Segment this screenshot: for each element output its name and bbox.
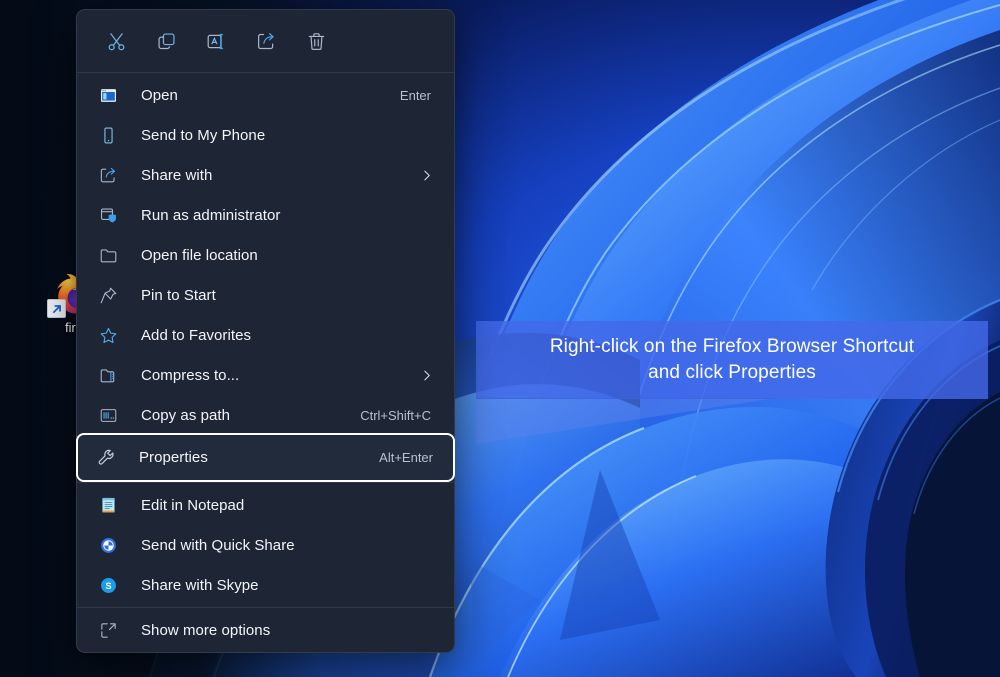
copy-path-icon xyxy=(99,404,129,426)
chevron-right-glyph xyxy=(423,170,430,180)
menu-item-label: Copy as path xyxy=(141,406,230,424)
callout-line-1: Right-click on the Firefox Browser Short… xyxy=(549,336,915,357)
star-icon xyxy=(99,324,129,346)
pin-glyph xyxy=(100,287,117,303)
menu-item-shortcut: Enter xyxy=(399,87,431,103)
svg-text:S: S xyxy=(105,581,111,591)
notepad-icon xyxy=(99,494,129,516)
menu-item-send-with-quick-share[interactable]: Send with Quick Share xyxy=(80,525,451,565)
menu-item-label: Add to Favorites xyxy=(141,326,252,344)
menu-item-open-file-location[interactable]: Open file location xyxy=(80,235,451,275)
share-glyph xyxy=(257,32,274,49)
menu-group: Edit in Notepad Send with Quick Share S … xyxy=(77,483,454,607)
callout-tail-shape xyxy=(476,398,776,444)
copy-glyph xyxy=(157,32,175,49)
menu-item-label: Open xyxy=(141,86,178,104)
menu-item-label: Share with xyxy=(141,166,213,184)
rename-icon[interactable] xyxy=(191,22,241,60)
callout-pointer xyxy=(476,398,776,446)
compress-glyph xyxy=(100,368,115,382)
menu-item-add-to-favorites[interactable]: Add to Favorites xyxy=(80,315,451,355)
wrench-glyph xyxy=(98,449,114,465)
wrench-icon xyxy=(97,447,127,469)
delete-icon[interactable] xyxy=(291,22,341,60)
menu-item-label: Pin to Start xyxy=(141,286,216,304)
chevron-right-glyph xyxy=(423,370,430,380)
copy-icon[interactable] xyxy=(141,22,191,60)
menu-item-properties[interactable]: Properties Alt+Enter xyxy=(76,433,455,482)
arrow-up-right-glyph xyxy=(52,304,61,313)
compress-icon xyxy=(99,364,129,386)
menu-item-compress-to[interactable]: Compress to... xyxy=(80,355,451,395)
folder-icon xyxy=(99,244,129,266)
menu-item-copy-as-path[interactable]: Copy as path Ctrl+Shift+C xyxy=(80,395,451,435)
pin-icon xyxy=(99,284,129,306)
skype-icon: S xyxy=(99,574,129,596)
menu-item-shortcut: Ctrl+Shift+C xyxy=(360,407,431,423)
menu-item-pin-to-start[interactable]: Pin to Start xyxy=(80,275,451,315)
shield-admin-glyph xyxy=(100,207,116,222)
phone-glyph xyxy=(104,127,113,143)
quick-share-glyph xyxy=(101,537,116,553)
menu-item-run-as-administrator[interactable]: Run as administrator xyxy=(80,195,451,235)
copy-path-glyph xyxy=(100,408,117,422)
rename-glyph xyxy=(207,33,223,49)
context-menu-toolbar[interactable] xyxy=(77,10,454,72)
share-icon[interactable] xyxy=(241,22,291,60)
menu-item-label: Run as administrator xyxy=(141,206,281,224)
menu-item-label: Edit in Notepad xyxy=(141,496,245,514)
skype-glyph: S xyxy=(101,577,116,593)
menu-item-shortcut: Alt+Enter xyxy=(379,450,433,465)
menu-item-share-with[interactable]: Share with xyxy=(80,155,451,195)
show-more-icon xyxy=(99,619,129,641)
menu-group: Open Enter Send to My Phone Share with Ru… xyxy=(76,73,455,482)
menu-item-label: Share with Skype xyxy=(141,576,259,594)
open-window-icon xyxy=(99,84,129,106)
menu-item-label: Compress to... xyxy=(141,366,240,384)
share-with-icon xyxy=(99,164,129,186)
trash-glyph xyxy=(308,32,324,50)
menu-group: Show more options xyxy=(77,608,454,652)
context-menu-groups: Open Enter Send to My Phone Share with Ru… xyxy=(76,73,455,652)
star-glyph xyxy=(100,327,117,343)
open-window-glyph xyxy=(100,88,117,102)
menu-item-label: Send with Quick Share xyxy=(141,536,295,554)
chevron-right-icon[interactable] xyxy=(419,369,433,382)
menu-item-label: Send to My Phone xyxy=(141,126,266,144)
shield-admin-icon xyxy=(99,204,129,226)
menu-item-edit-in-notepad[interactable]: Edit in Notepad xyxy=(80,485,451,525)
folder-glyph xyxy=(100,248,117,262)
menu-item-show-more-options[interactable]: Show more options xyxy=(80,610,451,650)
menu-item-open[interactable]: Open Enter xyxy=(80,75,451,115)
menu-item-send-to-my-phone[interactable]: Send to My Phone xyxy=(80,115,451,155)
cut-glyph xyxy=(108,32,124,50)
context-menu[interactable]: Open Enter Send to My Phone Share with Ru… xyxy=(76,9,455,653)
cut-icon[interactable] xyxy=(91,22,141,60)
menu-item-label: Properties xyxy=(139,449,208,466)
notepad-glyph xyxy=(102,497,115,512)
quick-share-icon xyxy=(99,534,129,556)
share-with-glyph xyxy=(100,167,116,182)
menu-item-share-with-skype[interactable]: S Share with Skype xyxy=(80,565,451,605)
instruction-callout: Right-click on the Firefox Browser Short… xyxy=(476,321,988,399)
shortcut-arrow-icon xyxy=(47,299,66,318)
phone-icon xyxy=(99,124,129,146)
callout-text: Right-click on the Firefox Browser Short… xyxy=(540,334,924,386)
chevron-right-icon[interactable] xyxy=(419,169,433,182)
menu-item-label: Show more options xyxy=(141,621,271,639)
callout-line-2: and click Properties xyxy=(648,362,816,383)
show-more-glyph xyxy=(101,622,116,638)
menu-item-label: Open file location xyxy=(141,246,258,264)
